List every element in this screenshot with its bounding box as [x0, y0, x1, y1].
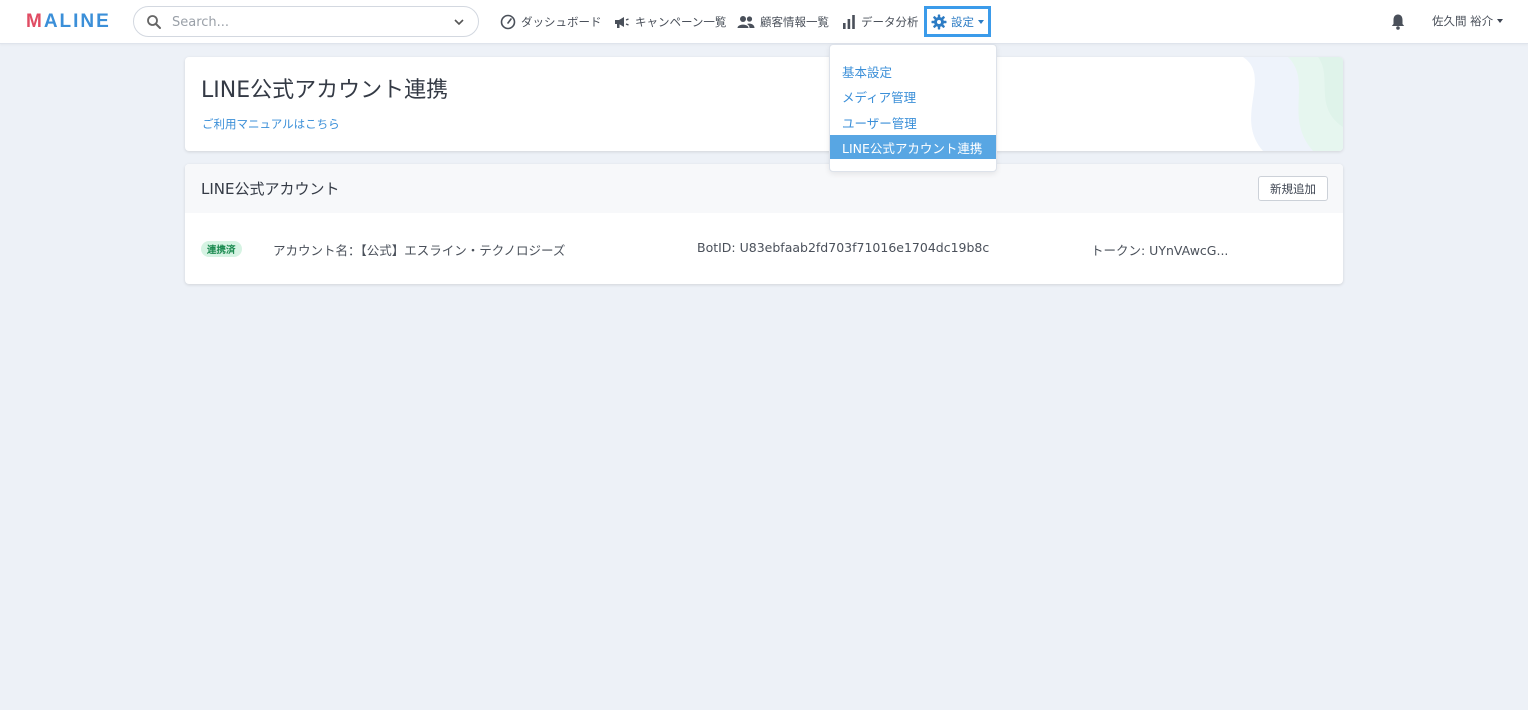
nav-dashboard-label: ダッシュボード [521, 15, 602, 29]
decorative-wave-graphic [1243, 57, 1343, 151]
app-logo[interactable]: MALINE [26, 11, 111, 33]
nav-settings[interactable]: 設定 [924, 6, 991, 37]
menu-item-basic-settings[interactable]: 基本設定 [830, 59, 996, 83]
caret-down-icon [1497, 19, 1504, 23]
users-icon [737, 16, 755, 28]
user-menu[interactable]: 佐久間 裕介 [1432, 13, 1504, 29]
menu-item-user-management[interactable]: ユーザー管理 [830, 110, 996, 134]
chevron-down-icon[interactable] [452, 15, 466, 29]
bot-id: BotID: U83ebfaab2fd703f71016e1704dc19b8c [697, 240, 990, 255]
user-name: 佐久間 裕介 [1432, 14, 1494, 28]
menu-item-line-account-link[interactable]: LINE公式アカウント連携 [830, 135, 996, 159]
card-header: LINE公式アカウント 新規追加 [185, 164, 1343, 213]
nav-campaigns[interactable]: キャンペーン一覧 [613, 12, 726, 32]
page-header-card: LINE公式アカウント連携 ご利用マニュアルはこちら [185, 57, 1343, 151]
status-badge: 連携済 [201, 241, 242, 257]
bell-icon[interactable] [1390, 13, 1406, 30]
nav-customers[interactable]: 顧客情報一覧 [737, 12, 829, 32]
nav-campaigns-label: キャンペーン一覧 [635, 15, 727, 29]
search-box[interactable] [133, 6, 479, 37]
bar-chart-icon [843, 15, 855, 29]
nav-analytics-label: データ分析 [861, 15, 919, 29]
card-title: LINE公式アカウント [201, 180, 340, 198]
nav-dashboard[interactable]: ダッシュボード [500, 12, 602, 32]
nav-settings-label: 設定 [951, 14, 974, 29]
add-new-button[interactable]: 新規追加 [1258, 176, 1328, 201]
account-name: アカウント名：【公式】エスライン・テクノロジーズ [273, 243, 566, 258]
line-accounts-card: LINE公式アカウント 新規追加 連携済 アカウント名：【公式】エスライン・テク… [185, 164, 1343, 284]
speedometer-icon [500, 14, 516, 30]
gear-icon [931, 14, 947, 29]
settings-dropdown-menu: 基本設定 メディア管理 ユーザー管理 LINE公式アカウント連携 [829, 44, 997, 172]
manual-link[interactable]: ご利用マニュアルはこちら [202, 116, 340, 132]
page-title: LINE公式アカウント連携 [201, 78, 449, 103]
nav-analytics[interactable]: データ分析 [842, 12, 919, 32]
search-icon [147, 15, 161, 29]
nav-customers-label: 顧客情報一覧 [760, 15, 829, 29]
token: トークン: UYnVAwcG... [1091, 243, 1229, 258]
search-input[interactable] [172, 12, 432, 32]
megaphone-icon [615, 17, 629, 28]
top-navbar: MALINE ダッシュボード キャンペーン一覧 [0, 0, 1528, 44]
menu-item-media-management[interactable]: メディア管理 [830, 84, 996, 108]
caret-down-icon [978, 19, 984, 24]
